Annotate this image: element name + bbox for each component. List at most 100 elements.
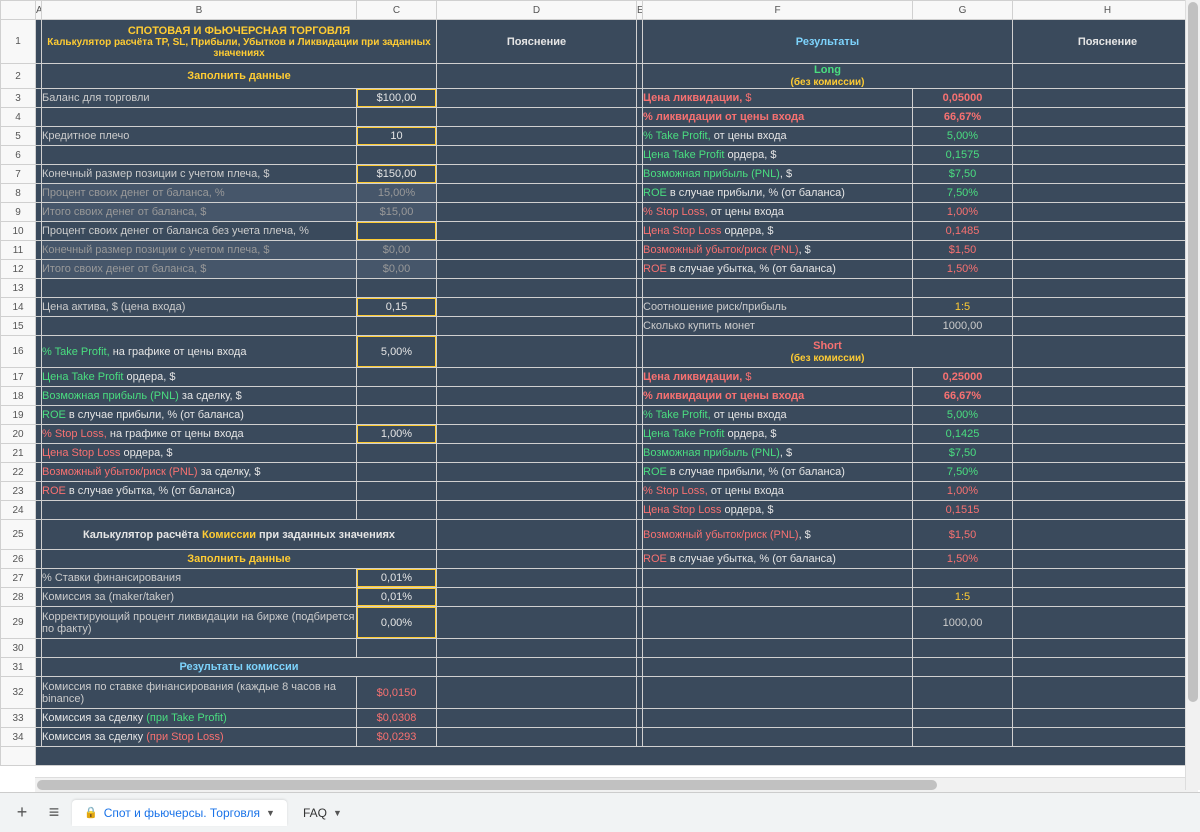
cell[interactable]: Возможная прибыль (PNL) за сделку, $ — [42, 387, 357, 406]
cell[interactable]: Комиссия за сделку (при Take Profit) — [42, 709, 357, 728]
cell[interactable]: Цена ликвидации, $ — [643, 89, 913, 108]
cell[interactable]: $1,50 — [913, 520, 1013, 550]
input-cell[interactable]: $150,00 — [357, 165, 437, 184]
cell[interactable]: Возможный убыток/риск (PNL), $ — [643, 241, 913, 260]
cell[interactable]: Итого своих денег от баланса, $ — [42, 203, 357, 222]
row-header[interactable]: 22 — [1, 463, 36, 482]
cell[interactable]: 0,05000 — [913, 89, 1013, 108]
cell[interactable]: $15,00 — [357, 203, 437, 222]
cell[interactable]: Корректирующий процент ликвидации на бир… — [42, 607, 357, 639]
sheet-tab[interactable]: FAQ ▼ — [291, 800, 354, 826]
sheet-tab-active[interactable]: 🔒 Спот и фьючерсы. Торговля ▼ — [72, 800, 287, 826]
col-header[interactable]: H — [1013, 1, 1200, 20]
cell[interactable]: % Stop Loss, от цены входа — [643, 482, 913, 501]
cell[interactable]: 7,50% — [913, 463, 1013, 482]
input-cell[interactable]: 0,01% — [357, 569, 437, 588]
row-header[interactable]: 24 — [1, 501, 36, 520]
cell[interactable]: Комиссия по ставке финансирования (кажды… — [42, 677, 357, 709]
cell[interactable]: % Take Profit, от цены входа — [643, 127, 913, 146]
input-cell[interactable]: 10 — [357, 127, 437, 146]
vertical-scrollbar[interactable] — [1185, 0, 1200, 790]
cell[interactable]: % Stop Loss, на графике от цены входа — [42, 425, 357, 444]
cell[interactable]: Возможная прибыль (PNL), $ — [643, 444, 913, 463]
cell[interactable]: Сколько купить монет — [643, 317, 913, 336]
cell[interactable]: Комиссия за (maker/taker) — [42, 588, 357, 607]
cell[interactable]: % Take Profit, на графике от цены входа — [42, 336, 357, 368]
cell[interactable]: $0,00 — [357, 260, 437, 279]
row-header[interactable]: 20 — [1, 425, 36, 444]
col-header[interactable]: G — [913, 1, 1013, 20]
cell[interactable]: ROE в случае прибыли, % (от баланса) — [643, 184, 913, 203]
cell[interactable]: Итого своих денег от баланса, $ — [42, 260, 357, 279]
row-header[interactable]: 26 — [1, 550, 36, 569]
col-header[interactable]: D — [437, 1, 637, 20]
row-header[interactable]: 34 — [1, 728, 36, 747]
cell[interactable]: $0,0293 — [357, 728, 437, 747]
scrollbar-thumb[interactable] — [1188, 2, 1198, 702]
cell[interactable]: 1:5 — [913, 588, 1013, 607]
row-header[interactable]: 18 — [1, 387, 36, 406]
cell[interactable]: 5,00% — [913, 127, 1013, 146]
select-all-corner[interactable] — [1, 1, 36, 20]
cell[interactable]: Цена Stop Loss ордера, $ — [42, 444, 357, 463]
cell[interactable]: $7,50 — [913, 444, 1013, 463]
cell[interactable]: 1,50% — [913, 260, 1013, 279]
cell[interactable]: % ликвидации от цены входа — [643, 387, 913, 406]
cell[interactable]: 0,1515 — [913, 501, 1013, 520]
input-cell[interactable]: 0,01% — [357, 588, 437, 607]
input-cell[interactable]: 0,00% — [357, 607, 437, 639]
cell[interactable]: Результаты комиссии — [42, 658, 437, 677]
col-header[interactable]: C — [357, 1, 437, 20]
cell[interactable]: Конечный размер позиции с учетом плеча, … — [42, 241, 357, 260]
input-cell[interactable]: 1,00% — [357, 425, 437, 444]
chevron-down-icon[interactable]: ▼ — [266, 808, 275, 818]
cell[interactable]: ROE в случае прибыли, % (от баланса) — [643, 463, 913, 482]
add-sheet-button[interactable]: + — [8, 799, 36, 827]
row-header[interactable]: 6 — [1, 146, 36, 165]
cell[interactable]: Процент своих денег от баланса, % — [42, 184, 357, 203]
input-cell[interactable]: 0,15 — [357, 298, 437, 317]
row-header[interactable]: 8 — [1, 184, 36, 203]
cell[interactable]: % ликвидации от цены входа — [643, 108, 913, 127]
cell[interactable]: 0,1425 — [913, 425, 1013, 444]
cell[interactable]: 1:5 — [913, 298, 1013, 317]
row-header[interactable]: 29 — [1, 607, 36, 639]
cell[interactable]: 15,00% — [357, 184, 437, 203]
row-header[interactable]: 33 — [1, 709, 36, 728]
row-header[interactable]: 5 — [1, 127, 36, 146]
cell[interactable]: Калькулятор расчёта Комиссии при заданны… — [42, 520, 437, 550]
row-header[interactable]: 32 — [1, 677, 36, 709]
input-cell[interactable]: $100,00 — [357, 89, 437, 108]
cell[interactable]: Кредитное плечо — [42, 127, 357, 146]
all-sheets-button[interactable]: ≡ — [40, 799, 68, 827]
row-header[interactable]: 16 — [1, 336, 36, 368]
cell[interactable]: % Stop Loss, от цены входа — [643, 203, 913, 222]
row-header[interactable]: 14 — [1, 298, 36, 317]
row-header[interactable]: 13 — [1, 279, 36, 298]
cell[interactable]: Short(без комиссии) — [643, 336, 1013, 368]
cell[interactable]: ROE в случае убытка, % (от баланса) — [643, 260, 913, 279]
cell[interactable]: 1000,00 — [913, 317, 1013, 336]
cell[interactable]: Цена Take Profit ордера, $ — [643, 146, 913, 165]
title-cell[interactable]: СПОТОВАЯ И ФЬЮЧЕРСНАЯ ТОРГОВЛЯ Калькулят… — [42, 20, 437, 64]
row-header[interactable]: 11 — [1, 241, 36, 260]
row-header[interactable]: 2 — [1, 64, 36, 89]
row-header[interactable]: 3 — [1, 89, 36, 108]
cell[interactable]: Long(без комиссии) — [643, 64, 1013, 89]
cell[interactable]: 1000,00 — [913, 607, 1013, 639]
horizontal-scrollbar[interactable] — [35, 777, 1198, 792]
cell[interactable]: Пояснение — [437, 20, 637, 64]
cell[interactable]: 1,00% — [913, 482, 1013, 501]
row-header[interactable]: 1 — [1, 20, 36, 64]
cell[interactable]: 1,00% — [913, 203, 1013, 222]
row-header[interactable]: 4 — [1, 108, 36, 127]
cell[interactable]: % Ставки финансирования — [42, 569, 357, 588]
cell[interactable]: 66,67% — [913, 108, 1013, 127]
row-header[interactable]: 30 — [1, 639, 36, 658]
row-header[interactable]: 28 — [1, 588, 36, 607]
row-header[interactable]: 23 — [1, 482, 36, 501]
chevron-down-icon[interactable]: ▼ — [333, 808, 342, 818]
cell[interactable]: Возможный убыток/риск (PNL) за сделку, $ — [42, 463, 357, 482]
scrollbar-thumb[interactable] — [37, 780, 937, 790]
cell[interactable]: Результаты — [643, 20, 1013, 64]
